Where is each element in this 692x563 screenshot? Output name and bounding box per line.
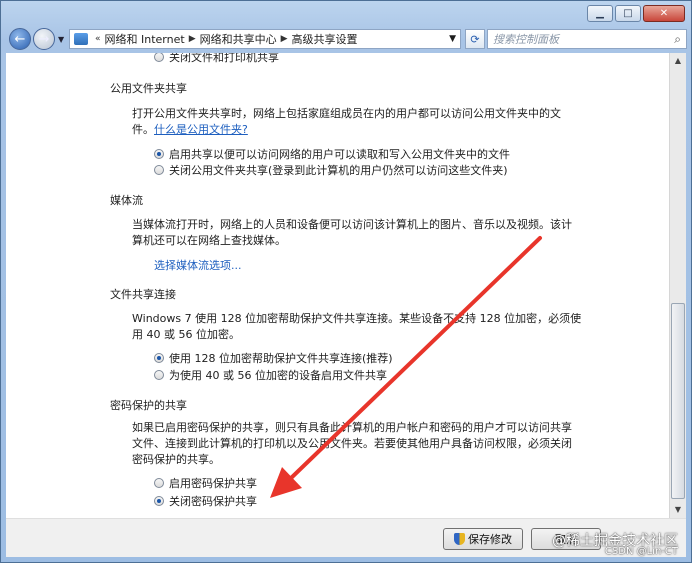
annotation-arrow [270, 236, 542, 498]
annotation-arrow-shaft [287, 236, 542, 482]
